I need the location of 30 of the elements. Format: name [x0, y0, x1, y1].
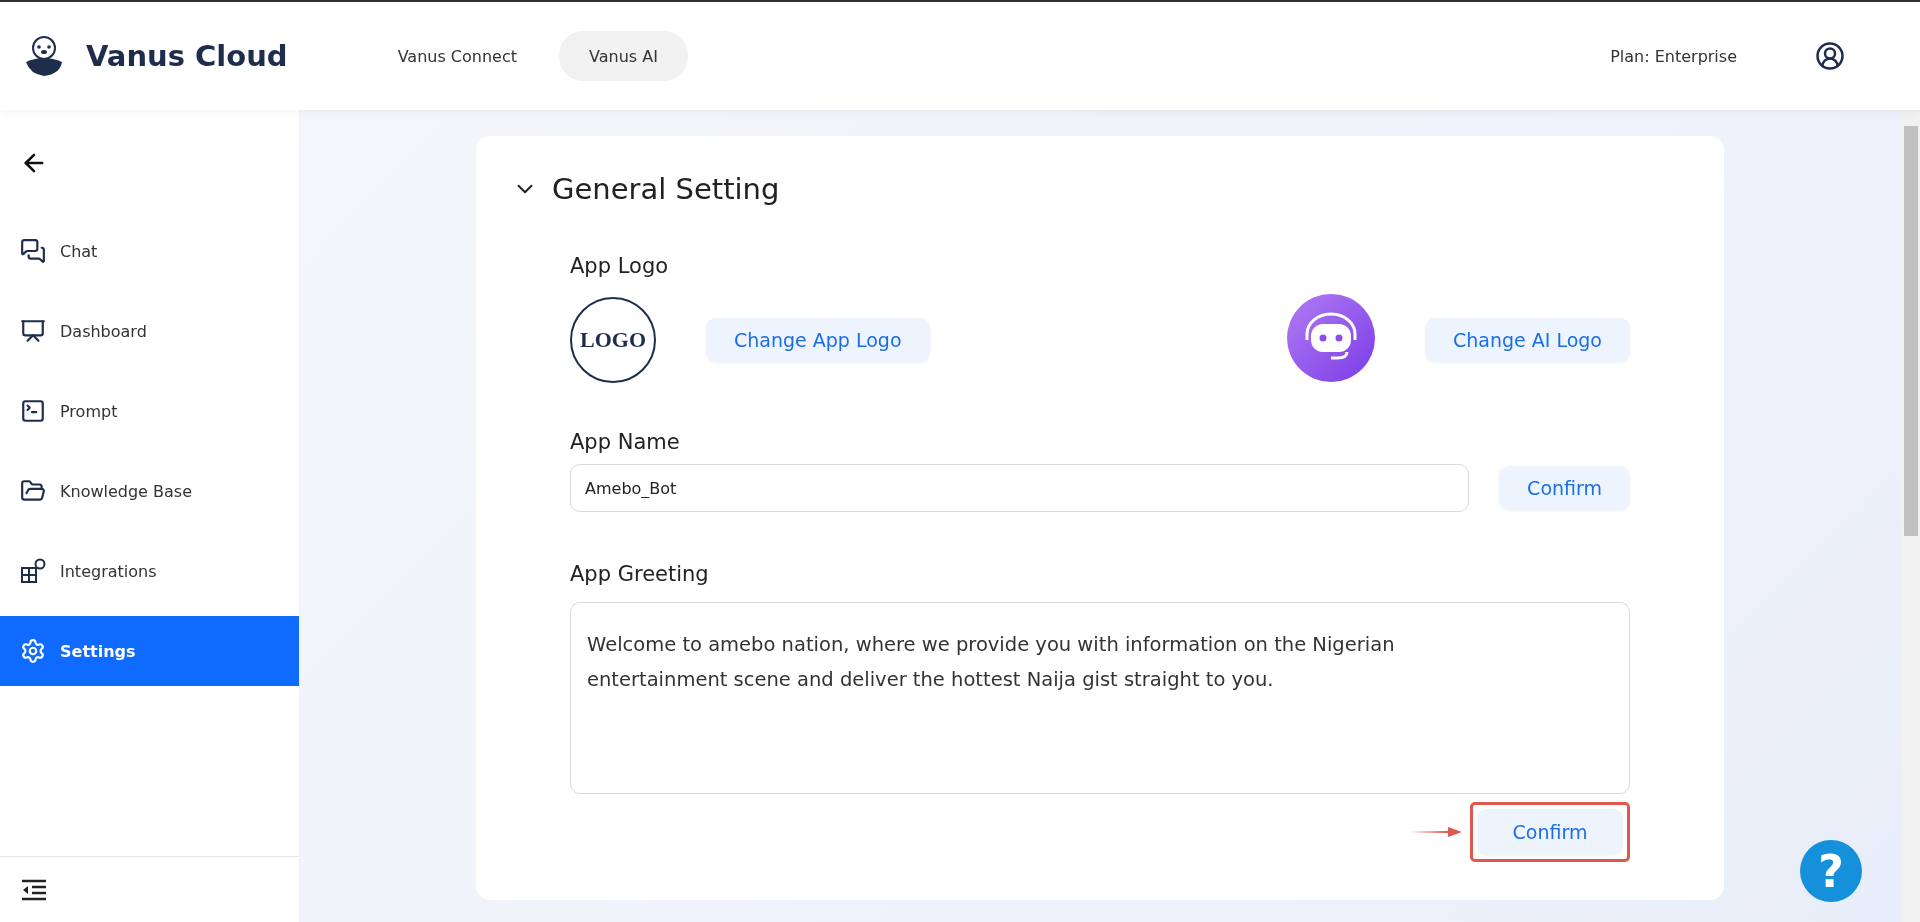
blocks-icon	[20, 558, 46, 584]
field-label: App Logo	[570, 254, 670, 278]
sidebar-item[interactable]: Knowledge Base	[0, 456, 299, 526]
sidebar-item[interactable]: Chat	[0, 216, 299, 286]
field-label: App Greeting	[570, 562, 710, 586]
brand-name: Vanus Cloud	[86, 39, 288, 73]
terminal-icon	[20, 398, 46, 424]
change-ai-logo-button[interactable]: Change AI Logo	[1425, 318, 1630, 362]
settings-icon	[20, 638, 46, 664]
robot-avatar-icon	[1287, 294, 1375, 382]
sidebar-item[interactable]: Dashboard	[0, 296, 299, 366]
greeting-field[interactable]: Welcome to amebo nation, where we provide you with information on the Nigerian entertainment scene and deliver the hottest Naija gist straight to you.	[570, 602, 1630, 794]
app-name-field[interactable]: Amebo_Bot	[570, 464, 1470, 512]
nav-tab[interactable]: Vanus AI	[559, 31, 688, 81]
nav-tab[interactable]: Vanus Connect	[367, 31, 547, 81]
folder-icon	[20, 478, 46, 504]
app-logo: LOGO	[570, 297, 656, 383]
change-app-logo-button[interactable]: Change App Logo	[706, 318, 930, 362]
sidebar-item[interactable]: Integrations	[0, 536, 299, 606]
plan-label: Plan: Enterprise	[1610, 46, 1737, 66]
confirm-button[interactable]: Confirm	[1499, 466, 1630, 510]
section-toggle[interactable]: General Setting	[512, 172, 780, 206]
scrollbar[interactable]	[1902, 110, 1920, 922]
sidebar-item[interactable]: Settings	[0, 616, 299, 686]
field-label: App Name	[570, 430, 681, 454]
confirm-button[interactable]: Confirm	[1477, 809, 1623, 855]
chat-bubbles-icon	[20, 238, 46, 264]
user-avatar-icon[interactable]	[1815, 41, 1845, 71]
collapse-menu-icon[interactable]	[20, 878, 48, 901]
sidebar-item[interactable]: Prompt	[0, 376, 299, 446]
